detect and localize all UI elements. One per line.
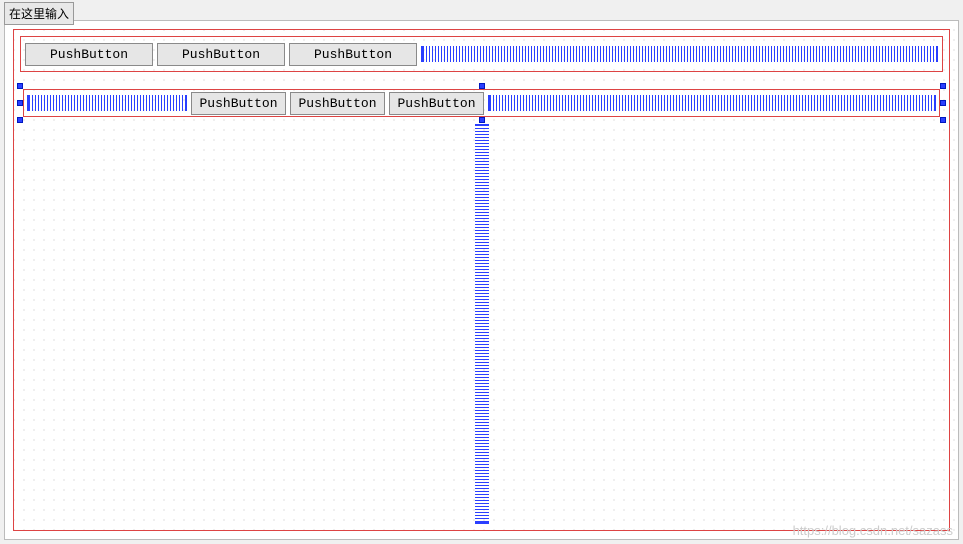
- selection-handle[interactable]: [940, 117, 946, 123]
- push-button-1[interactable]: PushButton: [25, 43, 153, 66]
- hbox-layout-2[interactable]: PushButton PushButton PushButton: [23, 89, 940, 117]
- push-button-3[interactable]: PushButton: [289, 43, 417, 66]
- form-canvas[interactable]: PushButton PushButton PushButton PushBut…: [4, 20, 959, 540]
- hbox-layout-1[interactable]: PushButton PushButton PushButton: [20, 36, 943, 72]
- selection-handle[interactable]: [940, 100, 946, 106]
- hbox-layout-2-selection[interactable]: PushButton PushButton PushButton: [20, 86, 943, 120]
- horizontal-spacer-1[interactable]: [421, 46, 938, 62]
- horizontal-spacer-2-left[interactable]: [27, 95, 187, 111]
- window-title-label: 在这里输入: [4, 2, 74, 25]
- push-button-6[interactable]: PushButton: [389, 92, 484, 115]
- selection-handle[interactable]: [17, 117, 23, 123]
- push-button-2[interactable]: PushButton: [157, 43, 285, 66]
- push-button-5[interactable]: PushButton: [290, 92, 385, 115]
- main-layout-frame: PushButton PushButton PushButton PushBut…: [13, 29, 950, 531]
- horizontal-spacer-2-right[interactable]: [488, 95, 936, 111]
- selection-handle[interactable]: [479, 117, 485, 123]
- push-button-4[interactable]: PushButton: [191, 92, 286, 115]
- selection-handle[interactable]: [940, 83, 946, 89]
- vertical-spacer[interactable]: [475, 124, 489, 524]
